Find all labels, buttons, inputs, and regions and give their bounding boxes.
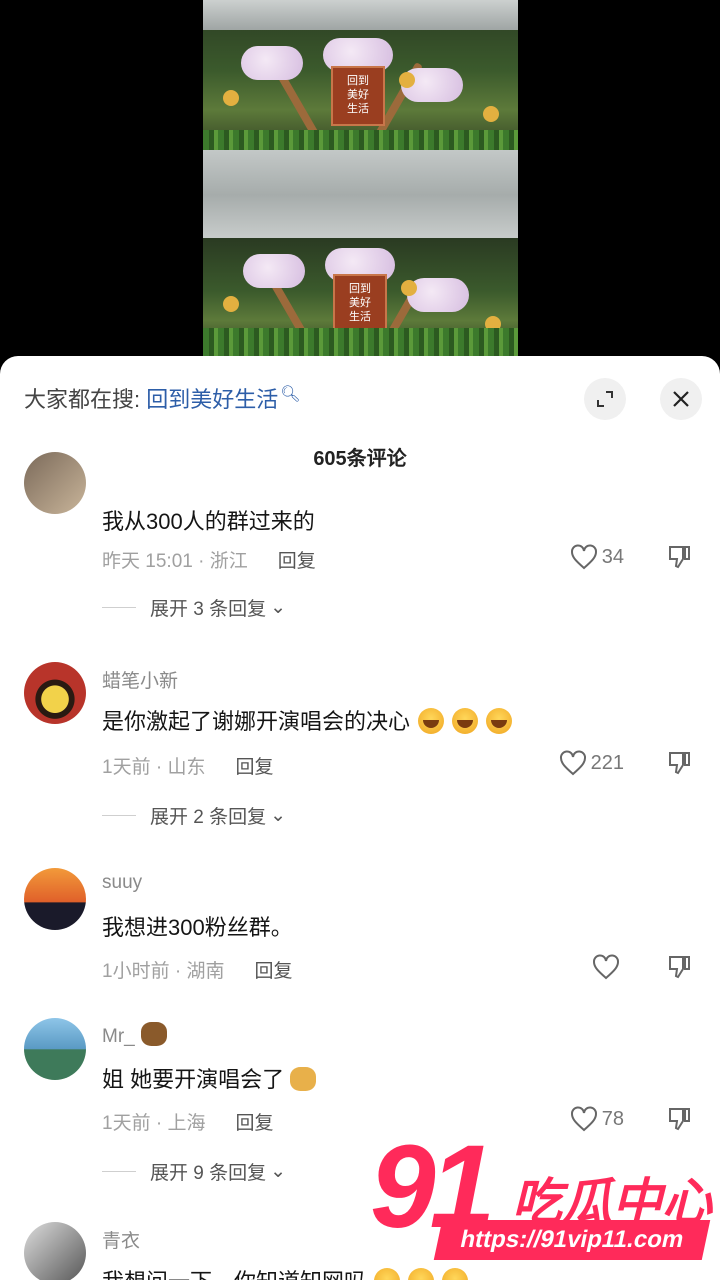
avatar[interactable] bbox=[24, 662, 86, 724]
search-icon: 🔍︎ bbox=[280, 385, 301, 403]
avatar[interactable] bbox=[24, 1222, 86, 1280]
video-frame-top: 回到 美好 生活 bbox=[203, 0, 518, 158]
comment-meta: 昨天 15:01 · 浙江 回复 bbox=[102, 546, 316, 573]
chevron-down-icon: ⌄ bbox=[270, 597, 287, 618]
comment-item: 蜡笔小新 是你激起了谢娜开演唱会的决心 1天前 · 山东 回复 221 展开 2 … bbox=[0, 662, 720, 832]
expand-replies[interactable]: 展开 9 条回复 ⌄ bbox=[102, 1158, 286, 1185]
comment-item: 我从300人的群过来的 昨天 15:01 · 浙江 回复 34 展开 3 条回复 ⌄ bbox=[0, 452, 720, 626]
comment-count: 605条评论 bbox=[313, 448, 407, 470]
comment-time-location: 1天前 · 山东 bbox=[102, 757, 206, 778]
comment-username[interactable]: 青衣 bbox=[102, 1226, 140, 1253]
dislike-icon bbox=[669, 752, 690, 775]
watermark-logo: 91 吃瓜中心 https://91vip11.com bbox=[370, 1128, 720, 1280]
like-button[interactable] bbox=[592, 954, 624, 980]
watermark-url: https://91vip11.com bbox=[433, 1220, 711, 1260]
avatar[interactable] bbox=[24, 452, 86, 514]
crying-laughing-emoji-icon bbox=[486, 708, 513, 734]
dislike-icon bbox=[669, 956, 690, 979]
comment-username[interactable]: suuy bbox=[102, 872, 142, 894]
reply-button[interactable]: 回复 bbox=[278, 551, 316, 572]
like-count: 221 bbox=[590, 751, 624, 774]
close-button[interactable] bbox=[660, 378, 702, 420]
crying-laughing-emoji-icon bbox=[452, 708, 479, 734]
chevron-down-icon: ⌄ bbox=[270, 805, 287, 826]
search-suggestion-keyword[interactable]: 回到美好生活 bbox=[146, 387, 278, 412]
expand-replies[interactable]: 展开 2 条回复 ⌄ bbox=[102, 802, 286, 829]
reply-button[interactable]: 回复 bbox=[254, 961, 292, 982]
like-count: 34 bbox=[601, 545, 624, 568]
dislike-button[interactable] bbox=[666, 750, 692, 781]
comment-meta: 1天前 · 上海 回复 bbox=[102, 1108, 273, 1135]
avatar[interactable] bbox=[24, 868, 86, 930]
avatar[interactable] bbox=[24, 1018, 86, 1080]
comment-text: 我想进300粉丝群。 bbox=[102, 915, 293, 940]
comment-meta: 1小时前 · 湖南 回复 bbox=[102, 956, 292, 983]
like-button[interactable]: 221 bbox=[559, 750, 624, 776]
expand-sheet-button[interactable] bbox=[584, 378, 626, 420]
heart-icon bbox=[559, 750, 586, 776]
comment-text: 是你激起了谢娜开演唱会的决心 bbox=[102, 704, 513, 736]
heart-icon bbox=[570, 544, 597, 570]
comment-text-content: 我想问一下，你知道知网吗 bbox=[102, 1269, 366, 1280]
dislike-icon bbox=[669, 546, 690, 569]
comment-username-text: Mr_ bbox=[102, 1026, 135, 1047]
video-frame-bottom: 回到 美好 生活 bbox=[203, 238, 518, 356]
comment-time-location: 1小时前 · 湖南 bbox=[102, 961, 225, 982]
comment-text: 我从300人的群过来的 bbox=[102, 509, 315, 534]
like-button[interactable]: 34 bbox=[570, 544, 624, 570]
video-frame-middle bbox=[203, 150, 518, 240]
expand-replies[interactable]: 展开 3 条回复 ⌄ bbox=[102, 594, 286, 621]
expand-replies-label: 展开 3 条回复 bbox=[150, 599, 267, 620]
dislike-button[interactable] bbox=[666, 954, 692, 985]
dislike-button[interactable] bbox=[666, 544, 692, 575]
expand-replies-label: 展开 9 条回复 bbox=[150, 1163, 267, 1184]
comment-time-location: 1天前 · 上海 bbox=[102, 1113, 206, 1134]
reply-button[interactable]: 回复 bbox=[235, 757, 273, 778]
comment-text-content: 姐 她要开演唱会了 bbox=[102, 1067, 285, 1092]
chevron-down-icon: ⌄ bbox=[270, 1161, 287, 1182]
comment-item: suuy 我想进300粉丝群。 1小时前 · 湖南 回复 bbox=[0, 868, 720, 988]
comment-text: 姐 她要开演唱会了 bbox=[102, 1062, 317, 1094]
heart-icon bbox=[593, 954, 619, 980]
search-suggestion-prefix: 大家都在搜: bbox=[24, 387, 141, 412]
comment-username[interactable]: 蜡笔小新 bbox=[102, 666, 178, 693]
bear-emoji-icon bbox=[140, 1022, 167, 1046]
pikachu-sticker-icon bbox=[290, 1067, 317, 1091]
comment-username[interactable]: Mr_ bbox=[102, 1022, 167, 1048]
expand-icon bbox=[597, 391, 613, 407]
video-player[interactable]: 回到 美好 生活 回到 美好 生活 bbox=[0, 0, 720, 380]
close-icon bbox=[673, 391, 689, 407]
comment-text-content: 是你激起了谢娜开演唱会的决心 bbox=[102, 709, 411, 734]
crying-laughing-emoji-icon bbox=[418, 708, 445, 734]
expand-replies-label: 展开 2 条回复 bbox=[150, 807, 267, 828]
comment-meta: 1天前 · 山东 回复 bbox=[102, 752, 273, 779]
reply-button[interactable]: 回复 bbox=[235, 1113, 273, 1134]
comment-time-location: 昨天 15:01 · 浙江 bbox=[102, 551, 248, 572]
search-suggestion[interactable]: 大家都在搜: 回到美好生活 🔍︎ bbox=[24, 382, 301, 414]
